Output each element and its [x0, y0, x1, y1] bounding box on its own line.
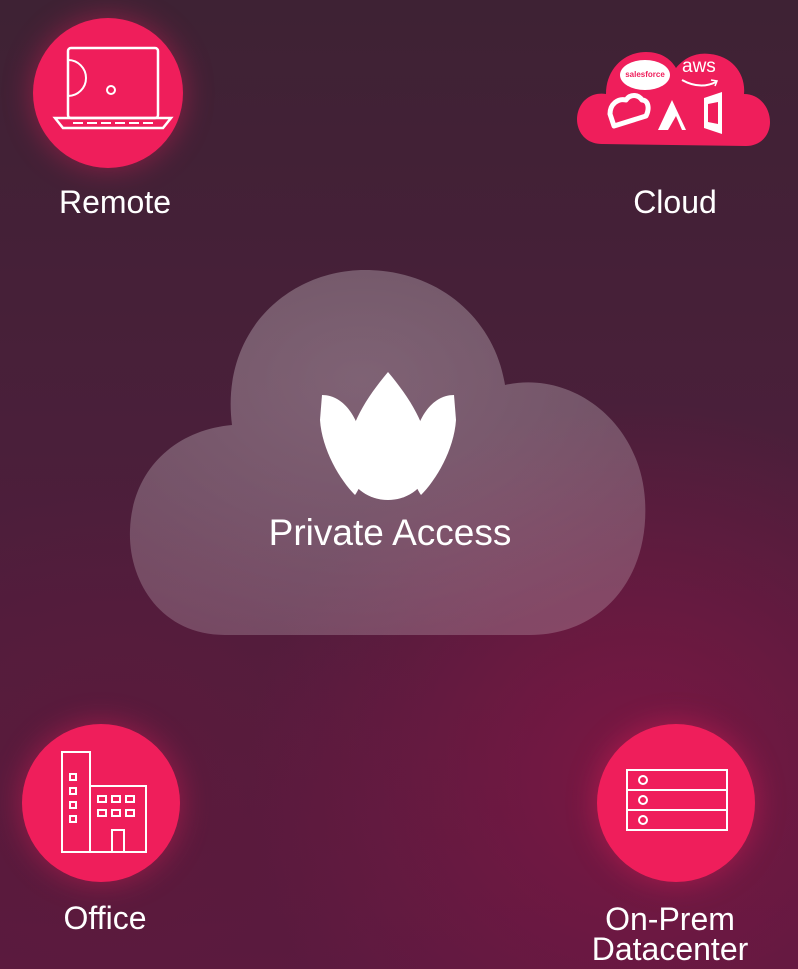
- remote-label: Remote: [58, 184, 172, 220]
- cloud-label: Cloud: [633, 184, 717, 220]
- datacenter-label-line2: Datacenter: [591, 931, 749, 967]
- remote-node: [33, 18, 183, 168]
- salesforce-brand-text: salesforce: [625, 70, 665, 79]
- office-label: Office: [63, 900, 147, 936]
- aws-brand-text: aws: [682, 56, 716, 77]
- cloud-services-icon: [577, 52, 770, 146]
- aws-smile-icon: [681, 79, 719, 87]
- office-node: [22, 724, 180, 882]
- server-rack-icon: [626, 769, 728, 831]
- datacenter-node: [597, 724, 755, 882]
- center-title: Private Access: [268, 512, 512, 553]
- office-building-icon: [61, 751, 147, 853]
- laptop-icon: [52, 46, 174, 130]
- diagram-canvas: Private Access Remote salesforce aws Clo…: [0, 0, 798, 969]
